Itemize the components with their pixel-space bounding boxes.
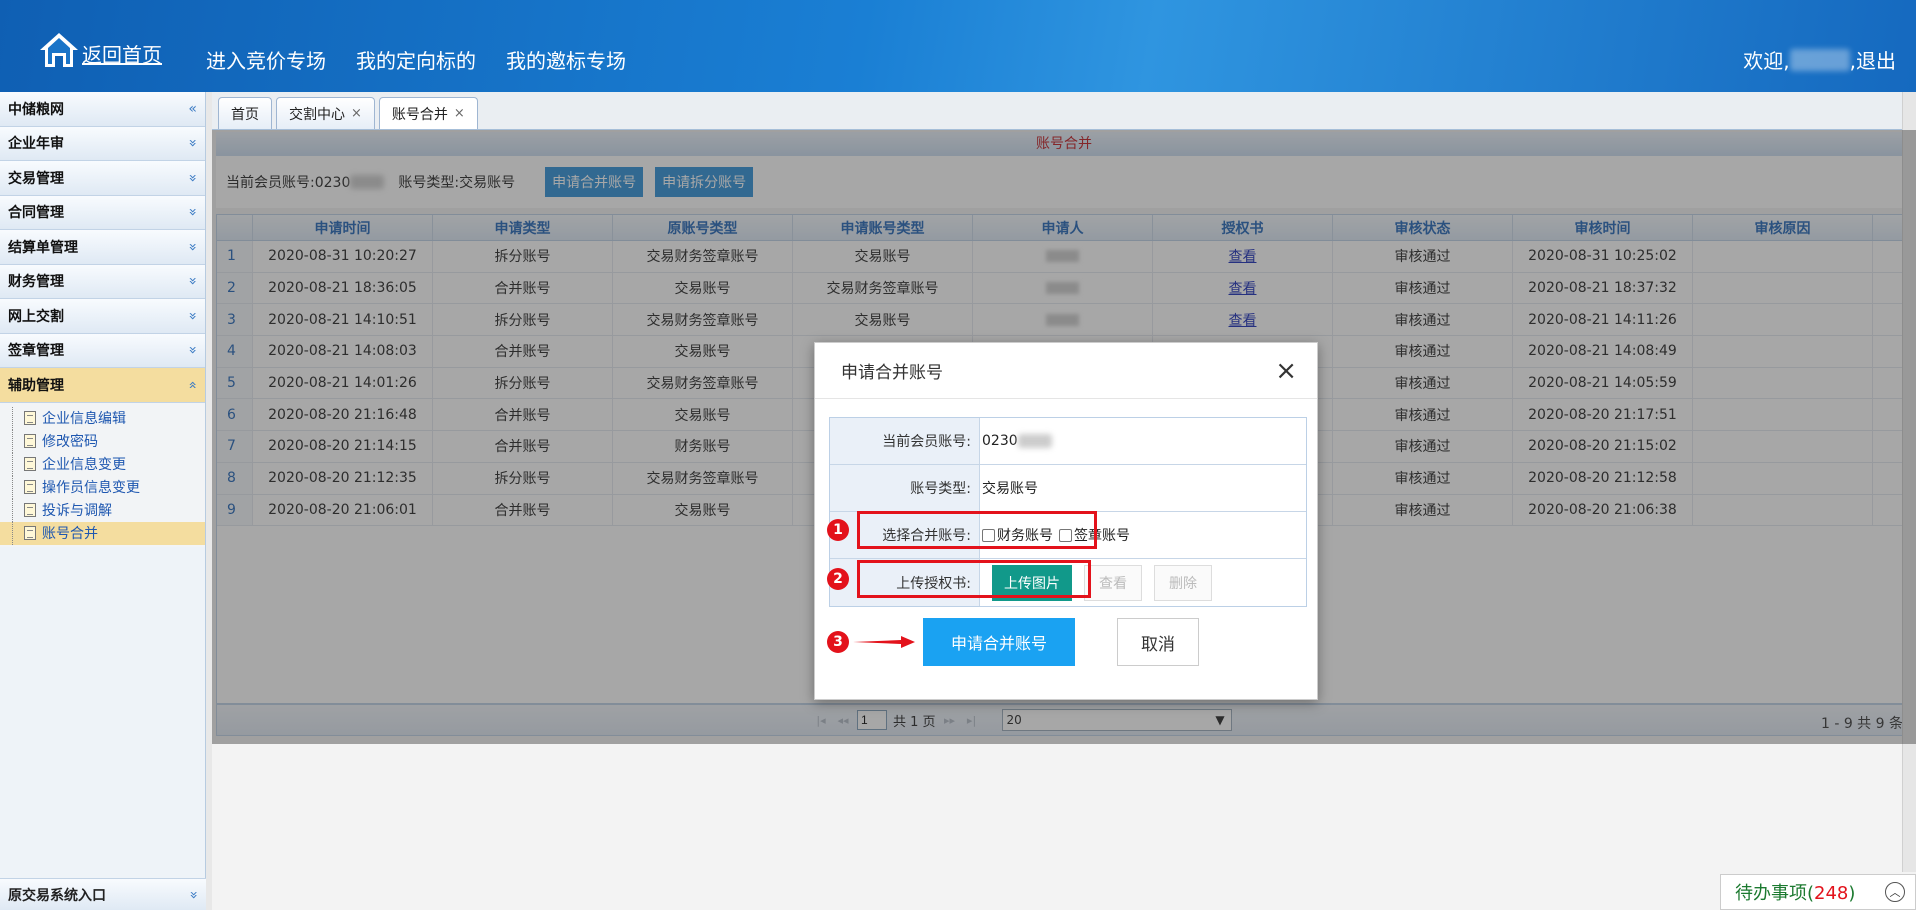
member-value: 0230 [982,433,1018,449]
welcome-area: 欢迎, ███ ,退出 [1743,45,1896,74]
close-icon[interactable]: × [1275,358,1297,384]
chevron-down-icon: » [184,173,201,183]
tab-home[interactable]: 首页 [218,97,272,129]
nav-targeted[interactable]: 我的定向标的 [356,45,476,74]
home-label: 返回首页 [82,43,162,67]
chevron-up-icon[interactable]: ︿ [1885,882,1905,902]
close-icon[interactable]: × [454,106,465,121]
top-nav: 进入竞价专场 我的定向标的 我的邀标专场 [206,45,626,74]
form-row-member: 当前会员账号: 0230████ [830,418,1306,465]
dialog-title: 申请合并账号 [841,363,943,383]
submenu-auxiliary: 企业信息编辑 修改密码 企业信息变更 操作员信息变更 投诉与调解 账号合并 [0,402,205,547]
menu-annual-review[interactable]: 企业年审» [0,126,205,161]
todo-widget[interactable]: 待办事项(248) ︿ [1720,874,1916,910]
menu-auxiliary[interactable]: 辅助管理 « [0,368,205,403]
member-label: 当前会员账号: [830,418,980,464]
menu-settlement[interactable]: 结算单管理» [0,230,205,265]
menu-legacy-system[interactable]: 原交易系统入口» [0,878,206,910]
close-icon[interactable]: × [351,106,362,121]
document-icon [24,411,36,425]
chevron-down-icon: » [185,890,202,899]
menu-finance[interactable]: 财务管理» [0,264,205,299]
type-value: 交易账号 [982,481,1038,497]
delete-button[interactable]: 删除 [1154,564,1212,601]
nav-invite[interactable]: 我的邀标专场 [506,45,626,74]
form-row-type: 账号类型: 交易账号 [830,465,1306,512]
submit-merge-button[interactable]: 申请合并账号 [923,618,1075,666]
sidebar-item-company-change[interactable]: 企业信息变更 [0,452,205,476]
chevron-down-icon: » [184,207,201,217]
chevron-down-icon: » [184,242,201,252]
home-link[interactable]: 返回首页 [38,30,162,70]
chevron-up-icon: « [184,380,201,390]
document-icon [24,480,36,494]
sidebar-item-complaint[interactable]: 投诉与调解 [0,498,205,522]
tab-account-merge[interactable]: 账号合并 × [378,97,478,129]
annotation-box-2 [857,560,1091,598]
sidebar-item-account-merge[interactable]: 账号合并 [0,521,205,545]
chevron-down-icon: » [184,276,201,286]
collapse-icon: « [188,100,197,117]
sidebar-item-company-edit[interactable]: 企业信息编辑 [0,406,205,430]
annotation-box-1 [857,511,1097,549]
nav-bidding[interactable]: 进入竞价专场 [206,45,326,74]
top-header: 返回首页 进入竞价专场 我的定向标的 我的邀标专场 欢迎, ███ ,退出 [0,0,1916,92]
welcome-text: 欢迎, [1743,49,1790,73]
annotation-marker-3: 3 [827,631,849,653]
document-icon [24,457,36,471]
merge-account-dialog: 申请合并账号 × 当前会员账号: 0230████ 账号类型: 交易账号 选择合… [814,342,1318,700]
arrow-right-icon [853,636,915,648]
todo-count: 248 [1814,883,1849,904]
menu-sinograin[interactable]: 中储粮网 « [0,92,205,127]
chevron-down-icon: » [184,138,201,148]
chevron-down-icon: » [184,311,201,321]
document-icon [24,526,36,540]
annotation-marker-1: 1 [827,519,849,541]
sidebar-item-operator-change[interactable]: 操作员信息变更 [0,475,205,499]
menu-seal[interactable]: 签章管理» [0,333,205,368]
username-blurred: ███ [1789,48,1850,71]
member-value-blurred: ████ [1017,434,1052,448]
tab-bar: 首页 交割中心 × 账号合并 × [212,92,1916,130]
document-icon [24,434,36,448]
type-label: 账号类型: [830,465,980,511]
menu-trade[interactable]: 交易管理» [0,161,205,196]
sidebar-item-password[interactable]: 修改密码 [0,429,205,453]
logout-link[interactable]: ,退出 [1850,45,1896,74]
dialog-header: 申请合并账号 × [815,343,1317,399]
sidebar: 中储粮网 « 企业年审» 交易管理» 合同管理» 结算单管理» 财务管理» 网上交… [0,92,206,910]
tab-delivery-center[interactable]: 交割中心 × [276,97,375,129]
todo-label: 待办事项 [1735,883,1807,904]
chevron-down-icon: » [184,345,201,355]
annotation-marker-2: 2 [827,568,849,590]
menu-contract[interactable]: 合同管理» [0,195,205,230]
cancel-button[interactable]: 取消 [1117,618,1199,666]
menu-delivery[interactable]: 网上交割» [0,299,205,334]
view-button[interactable]: 查看 [1084,564,1142,601]
home-icon [40,33,78,67]
document-icon [24,503,36,517]
